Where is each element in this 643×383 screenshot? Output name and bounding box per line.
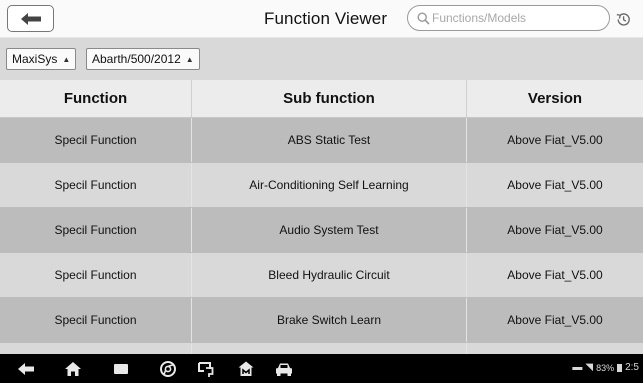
battery-percent: 83% <box>596 362 615 373</box>
version-cell: Above Fiat_V5.00 <box>507 223 603 237</box>
nav-vehicle-button[interactable] <box>273 358 295 379</box>
table-row[interactable]: Specil Function Audio System Test Above … <box>0 208 643 253</box>
sub-function-cell: Air-Conditioning Self Learning <box>192 163 467 207</box>
search-input[interactable] <box>432 11 602 25</box>
table-header: Function Sub function Version <box>0 80 643 118</box>
back-button[interactable] <box>7 5 54 32</box>
triangle-up-icon: ▲ <box>185 54 194 64</box>
wifi-icon: ◥ <box>585 362 594 373</box>
nav-back-button[interactable] <box>15 358 37 379</box>
table-row[interactable]: Specil Function ABS Static Test Above Fi… <box>0 118 643 163</box>
back-icon <box>18 362 34 375</box>
search-box[interactable] <box>407 5 610 31</box>
table-row[interactable]: Specil Function Brake Switch Learn Above… <box>0 298 643 343</box>
sub-function-cell: ABS Static Test <box>192 118 467 162</box>
battery-icon <box>617 363 623 372</box>
nav-recent-apps-button[interactable] <box>110 358 132 379</box>
maxisys-home-icon <box>238 361 254 376</box>
function-cell <box>0 343 192 354</box>
nav-browser-button[interactable] <box>157 358 179 379</box>
page-title: Function Viewer <box>264 9 388 28</box>
function-cell: Specil Function <box>0 253 192 297</box>
column-header-sub-function[interactable]: Sub function <box>192 80 467 117</box>
browser-icon <box>160 360 176 377</box>
history-icon <box>616 13 630 26</box>
sub-function-cell: Audio System Test <box>192 208 467 252</box>
history-button[interactable] <box>614 10 633 29</box>
nav-home-button[interactable] <box>62 358 84 379</box>
version-cell <box>467 343 643 354</box>
triangle-up-icon: ▲ <box>62 54 71 64</box>
version-cell: Above Fiat_V5.00 <box>507 313 603 327</box>
function-cell: Specil Function <box>0 163 192 207</box>
arrow-left-icon <box>20 12 41 25</box>
table-row[interactable] <box>0 343 643 354</box>
recent-apps-icon <box>114 363 128 374</box>
brand-filter-dropdown[interactable]: MaxiSys ▲ <box>6 48 77 70</box>
version-cell: Above Fiat_V5.00 <box>507 133 603 147</box>
brand-filter-label: MaxiSys <box>12 52 58 66</box>
table-row[interactable]: Specil Function Air-Conditioning Self Le… <box>0 163 643 208</box>
chat-icon: ▬ <box>572 362 583 373</box>
column-header-function[interactable]: Function <box>0 80 192 117</box>
function-cell: Specil Function <box>0 298 192 342</box>
system-nav-bar: ▬ ◥ 83% 2:5 <box>0 354 643 383</box>
model-filter-label: Abarth/500/2012 <box>92 52 181 66</box>
clock: 2:5 <box>625 362 639 373</box>
status-area: ▬ ◥ 83% 2:5 <box>572 362 639 373</box>
version-cell: Above Fiat_V5.00 <box>507 178 603 192</box>
column-header-version[interactable]: Version <box>467 80 643 117</box>
sub-function-cell: Brake Switch Learn <box>192 298 467 342</box>
version-cell: Above Fiat_V5.00 <box>507 268 603 282</box>
model-filter-dropdown[interactable]: Abarth/500/2012 ▲ <box>86 48 200 70</box>
filter-bar: MaxiSys ▲ Abarth/500/2012 ▲ <box>0 38 643 80</box>
sub-function-cell <box>192 343 467 354</box>
screenshot-icon <box>198 361 214 377</box>
sub-function-cell: Bleed Hydraulic Circuit <box>192 253 467 297</box>
table-body[interactable]: Specil Function ABS Static Test Above Fi… <box>0 118 643 354</box>
top-bar: Function Viewer <box>0 0 643 38</box>
home-icon <box>65 361 81 376</box>
function-cell: Specil Function <box>0 208 192 252</box>
car-icon <box>276 363 292 376</box>
table-row[interactable]: Specil Function Bleed Hydraulic Circuit … <box>0 253 643 298</box>
search-icon <box>417 11 430 25</box>
nav-screenshot-button[interactable] <box>195 358 217 379</box>
function-cell: Specil Function <box>0 118 192 162</box>
nav-maxisys-home-button[interactable] <box>235 358 257 379</box>
